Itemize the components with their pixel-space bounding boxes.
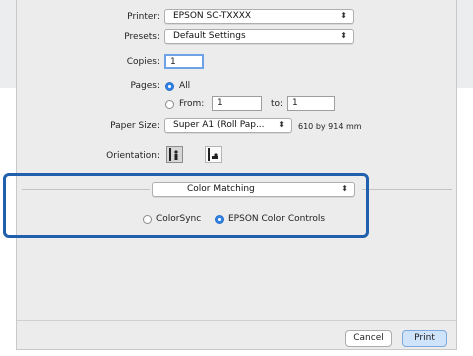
pages-from-value: 1: [217, 98, 223, 108]
copies-value: 1: [170, 57, 176, 67]
pages-label: Pages:: [130, 81, 160, 91]
landscape-icon: [208, 148, 218, 161]
popup-arrows-icon: ⬍: [278, 120, 285, 129]
cancel-button[interactable]: Cancel: [345, 330, 392, 347]
pages-all-label: All: [179, 81, 191, 91]
popup-arrows-icon: ⬍: [340, 11, 347, 20]
pages-to-label: to:: [271, 99, 284, 109]
pages-to-field[interactable]: 1: [287, 96, 335, 111]
pages-from-field[interactable]: 1: [212, 96, 262, 111]
printer-popup[interactable]: EPSON SC-TXXXX ⬍: [164, 9, 354, 24]
pages-from-radio[interactable]: [165, 100, 174, 109]
pages-to-value: 1: [292, 98, 298, 108]
print-button[interactable]: Print: [402, 330, 447, 347]
presets-popup[interactable]: Default Settings ⬍: [164, 29, 354, 44]
highlight-frame: [3, 173, 369, 238]
printer-value: EPSON SC-TXXXX: [173, 11, 252, 21]
copies-label: Copies:: [126, 57, 160, 67]
divider-right: [362, 189, 452, 190]
pages-from-label: From:: [179, 99, 205, 109]
printer-label: Printer:: [127, 12, 160, 22]
copies-field[interactable]: 1: [164, 54, 204, 69]
paper-size-value: Super A1 (Roll Pap...: [173, 120, 265, 130]
portrait-icon: [169, 148, 178, 161]
pages-all-radio[interactable]: [165, 82, 174, 91]
orientation-landscape-button[interactable]: [205, 146, 222, 163]
bottom-divider: [17, 320, 456, 321]
paper-size-popup[interactable]: Super A1 (Roll Pap... ⬍: [164, 118, 292, 133]
orientation-label: Orientation:: [106, 151, 160, 161]
popup-arrows-icon: ⬍: [340, 31, 347, 40]
presets-value: Default Settings: [173, 31, 246, 41]
presets-label: Presets:: [124, 32, 160, 42]
orientation-portrait-button[interactable]: [166, 146, 183, 163]
paper-size-dimensions: 610 by 914 mm: [298, 122, 362, 131]
paper-size-label: Paper Size:: [110, 121, 160, 131]
